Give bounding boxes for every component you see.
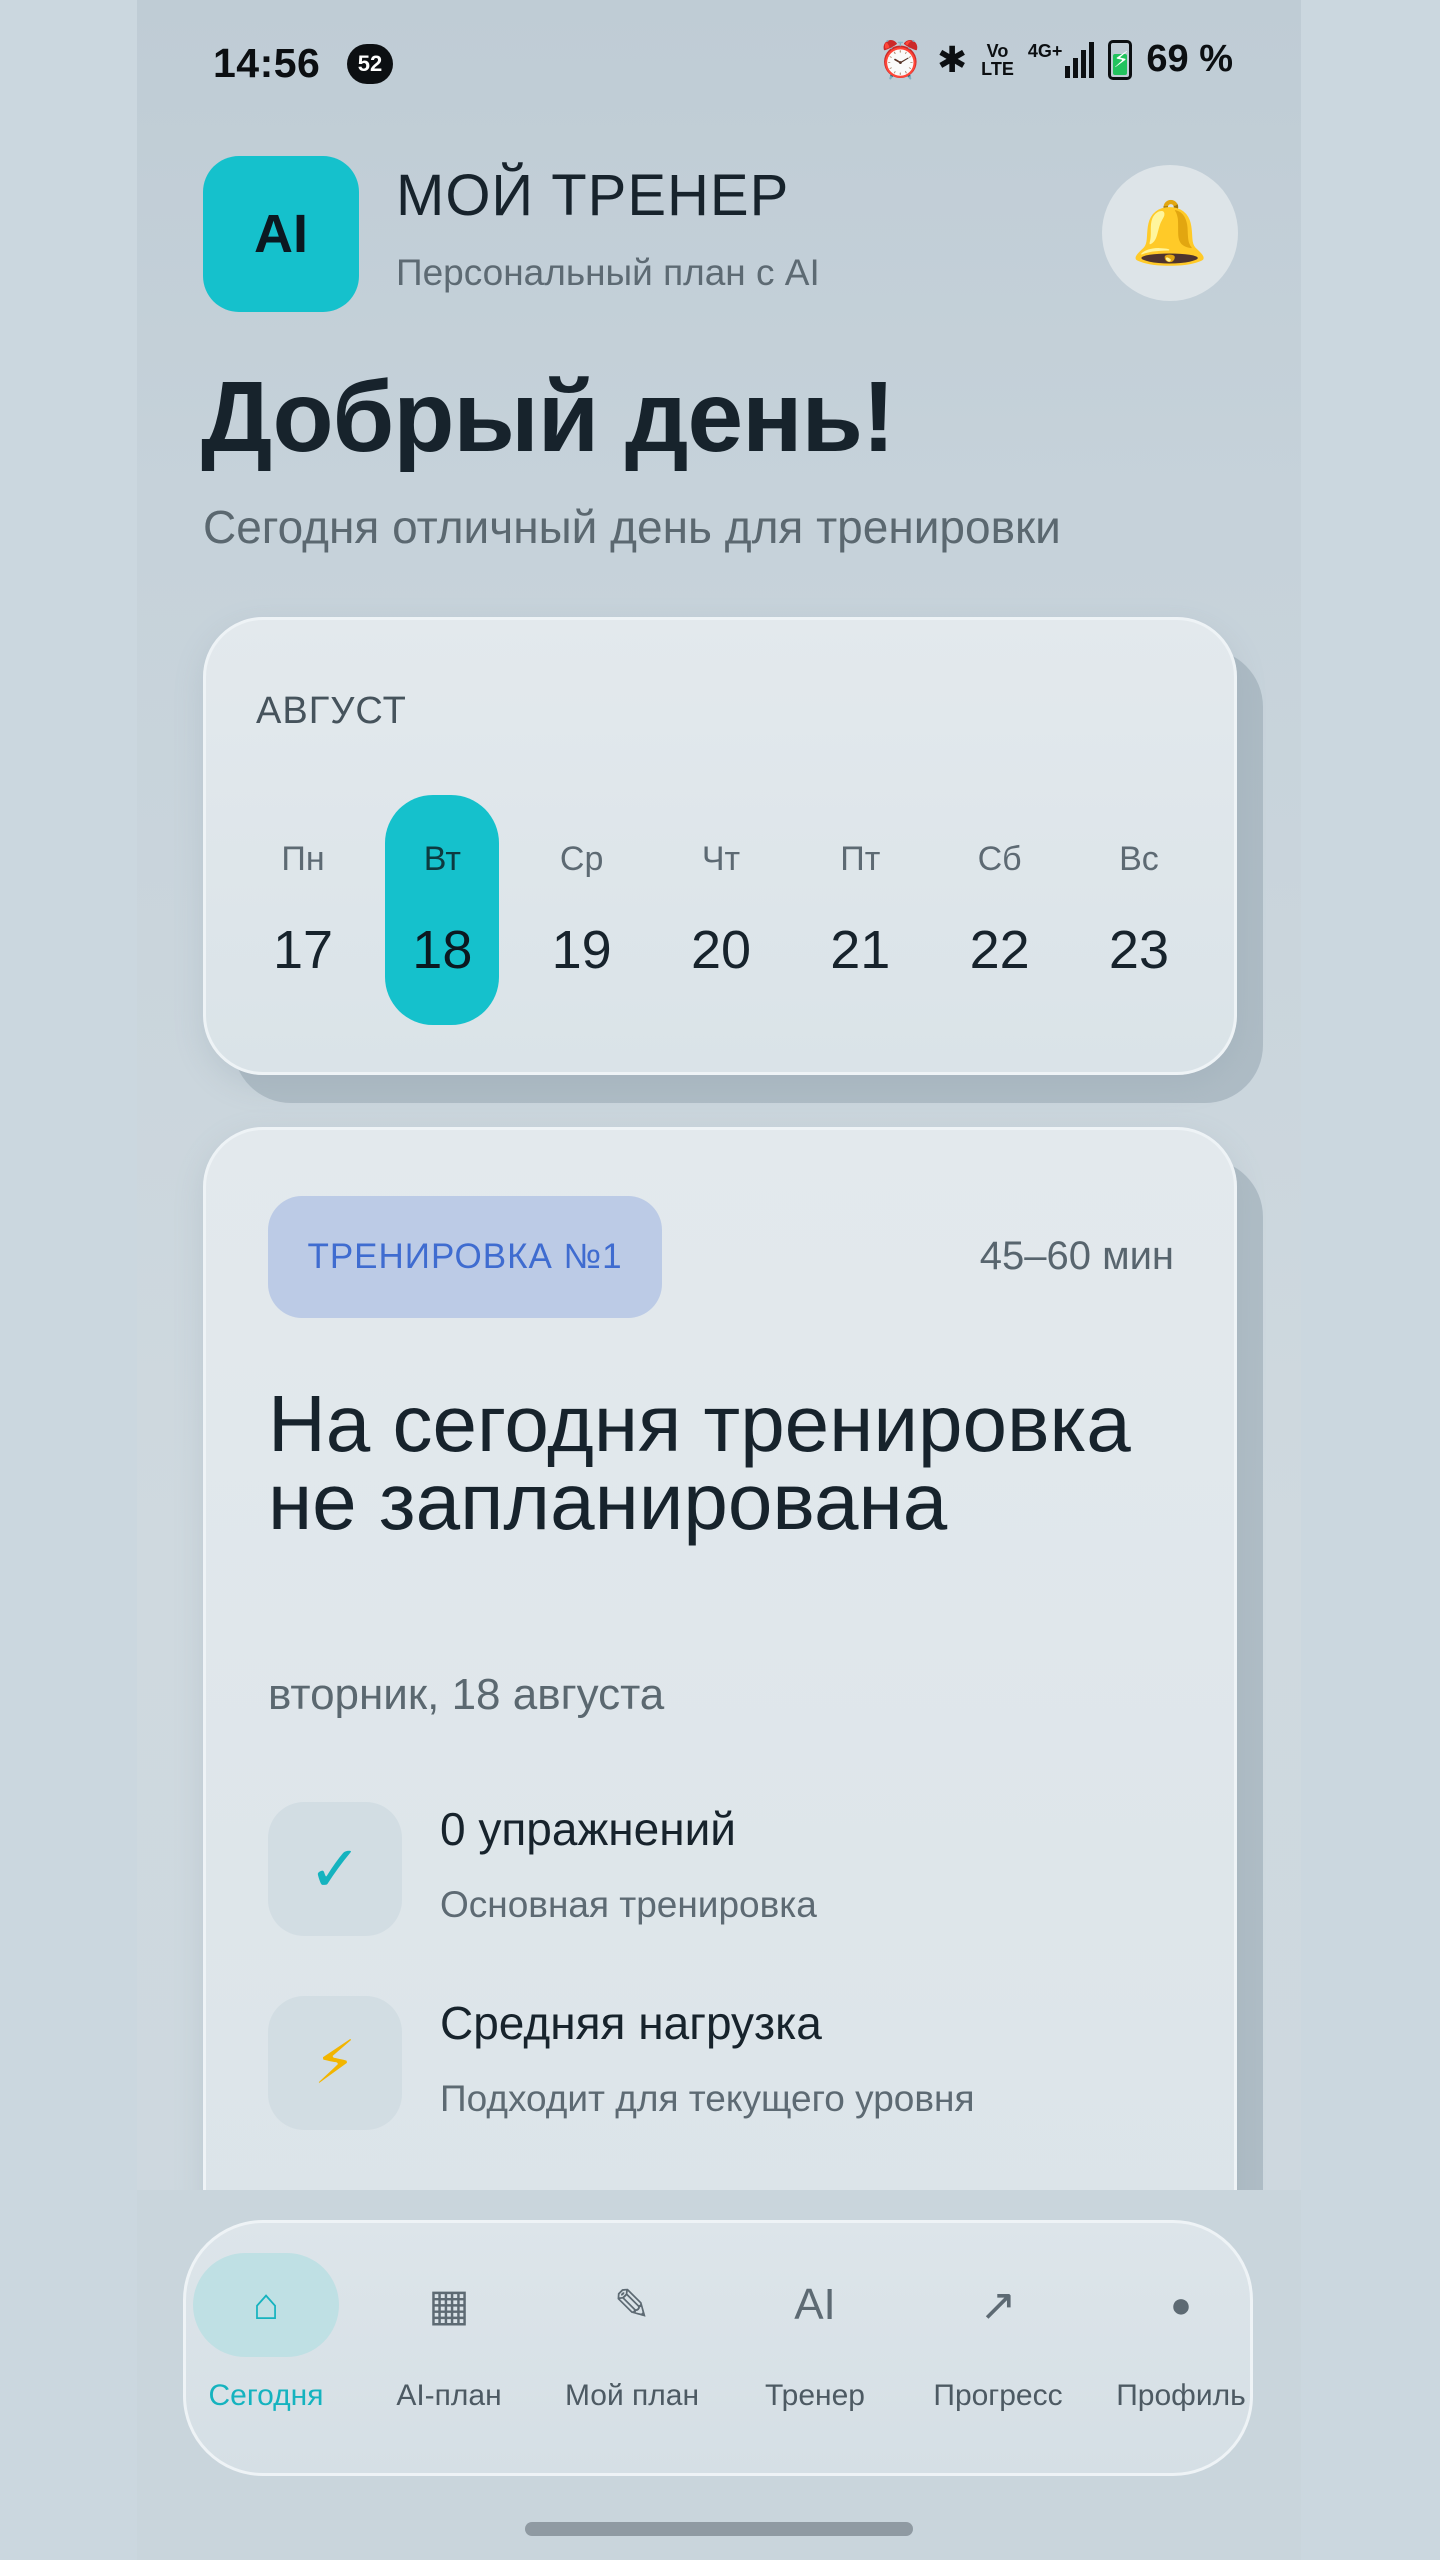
calendar-day[interactable]: Сб 22 [943, 795, 1057, 1025]
day-name: Пн [281, 840, 325, 878]
battery-percent: 69 % [1146, 38, 1233, 80]
day-date: 21 [830, 920, 891, 980]
app-logo: AI [203, 156, 359, 312]
nav-item-progress[interactable]: ↗ Прогресс [918, 2253, 1078, 2453]
day-name: Ср [559, 840, 604, 878]
feature-subtitle: Подходит для текущего уровня [440, 2078, 975, 2119]
day-date: 23 [1108, 920, 1169, 980]
calendar-day[interactable]: Вс 23 [1082, 795, 1196, 1025]
day-name: Пт [840, 840, 881, 878]
notifications-button[interactable]: 🔔 [1102, 165, 1238, 301]
day-name: Вс [1119, 840, 1159, 878]
status-bar: 14:56 52 ⏰ ✱ Vo LTE 4G+ ⚡ 69 % [137, 0, 1301, 130]
volte-icon: Vo LTE [981, 42, 1014, 78]
workout-date: вторник, 18 августа [268, 1670, 665, 1719]
alarm-icon: ⏰ [878, 38, 923, 80]
day-name: Чт [701, 840, 741, 878]
nav-item-profile[interactable]: ● Профиль [1101, 2253, 1261, 2453]
network-type: 4G+ [1027, 40, 1063, 61]
signal-icon: 4G+ [1027, 40, 1095, 78]
calendar-day[interactable]: Пт 21 [803, 795, 917, 1025]
workout-badge: ТРЕНИРОВКА №1 [268, 1196, 662, 1318]
volte-top: Vo [986, 40, 1009, 61]
week-calendar-card: АВГУСТ Пн 17 Вт 18 Ср 19 Чт 20 Пт 21 Сб 22 Вс 2… [203, 617, 1237, 1075]
calendar-month: АВГУСТ [256, 690, 407, 732]
check-icon: ✓ [268, 1802, 402, 1936]
workout-duration: 45–60 мин [979, 1234, 1174, 1278]
grid-icon: ▦ [428, 2280, 470, 2330]
nav-label: Мой план [564, 2379, 700, 2412]
bottom-nav: ⌂ Сегодня ▦ AI-план ✎ Мой план AI Тренер… [183, 2220, 1253, 2476]
home-indicator[interactable] [525, 2522, 913, 2536]
nav-label: Профиль [1116, 2379, 1246, 2412]
day-name: Сб [977, 840, 1022, 878]
feature-title: Средняя нагрузка [440, 1997, 822, 2049]
status-time: 14:56 [213, 40, 321, 86]
battery-icon: ⚡ [1108, 39, 1133, 80]
status-icons: ⏰ ✱ Vo LTE 4G+ ⚡ 69 % [878, 38, 1233, 81]
notification-count-badge: 52 [347, 44, 393, 84]
day-date: 17 [272, 920, 334, 980]
nav-label: Тренер [765, 2379, 865, 2412]
pencil-icon: ✎ [613, 2280, 651, 2330]
calendar-day[interactable]: Вт 18 [385, 795, 500, 1025]
greeting-title: Добрый день! [201, 361, 895, 473]
charging-icon: ⚡ [1113, 46, 1129, 72]
bluetooth-icon: ✱ [937, 38, 968, 80]
calendar-day[interactable]: Чт 20 [664, 795, 778, 1025]
day-date: 19 [551, 920, 612, 980]
nav-label: Прогресс [933, 2379, 1063, 2412]
lightning-icon: ⚡ [268, 1996, 402, 2130]
feature-exercises: ✓ 0 упражнений Основная тренировка [268, 1802, 1168, 1942]
nav-label: Сегодня [208, 2379, 324, 2412]
home-icon: ⌂ [193, 2253, 339, 2357]
arrow-up-right-icon: ↗ [979, 2280, 1017, 2330]
nav-item-today[interactable]: ⌂ Сегодня [186, 2253, 346, 2453]
calendar-day[interactable]: Пн 17 [246, 795, 360, 1025]
bell-icon: 🔔 [1131, 198, 1209, 268]
app-title: МОЙ ТРЕНЕР [396, 163, 790, 228]
ai-icon: AI [794, 2280, 836, 2329]
nav-label: AI-план [396, 2379, 502, 2412]
nav-item-trainer[interactable]: AI Тренер [735, 2253, 895, 2453]
phone-screen: 14:56 52 ⏰ ✱ Vo LTE 4G+ ⚡ 69 % AI МОЙ ТРЕ… [137, 0, 1301, 2560]
feature-load: ⚡ Средняя нагрузка Подходит для текущего… [268, 1996, 1168, 2136]
volte-bottom: LTE [981, 58, 1014, 79]
day-date: 18 [412, 920, 473, 980]
day-date: 22 [969, 920, 1030, 980]
dot-icon: ● [1170, 2284, 1192, 2325]
day-name: Вт [423, 840, 461, 878]
nav-item-ai-plan[interactable]: ▦ AI-план [369, 2253, 529, 2453]
day-date: 20 [690, 920, 752, 980]
feature-subtitle: Основная тренировка [440, 1884, 817, 1925]
calendar-days: Пн 17 Вт 18 Ср 19 Чт 20 Пт 21 Сб 22 Вс 23 [246, 795, 1196, 1025]
feature-title: 0 упражнений [440, 1803, 736, 1855]
app-subtitle: Персональный план с AI [396, 252, 820, 293]
greeting-subtitle: Сегодня отличный день для тренировки [203, 501, 1061, 553]
nav-item-my-plan[interactable]: ✎ Мой план [552, 2253, 712, 2453]
workout-title: На сегодня тренировка не запланирована [268, 1379, 1131, 1546]
calendar-day[interactable]: Ср 19 [525, 795, 639, 1025]
